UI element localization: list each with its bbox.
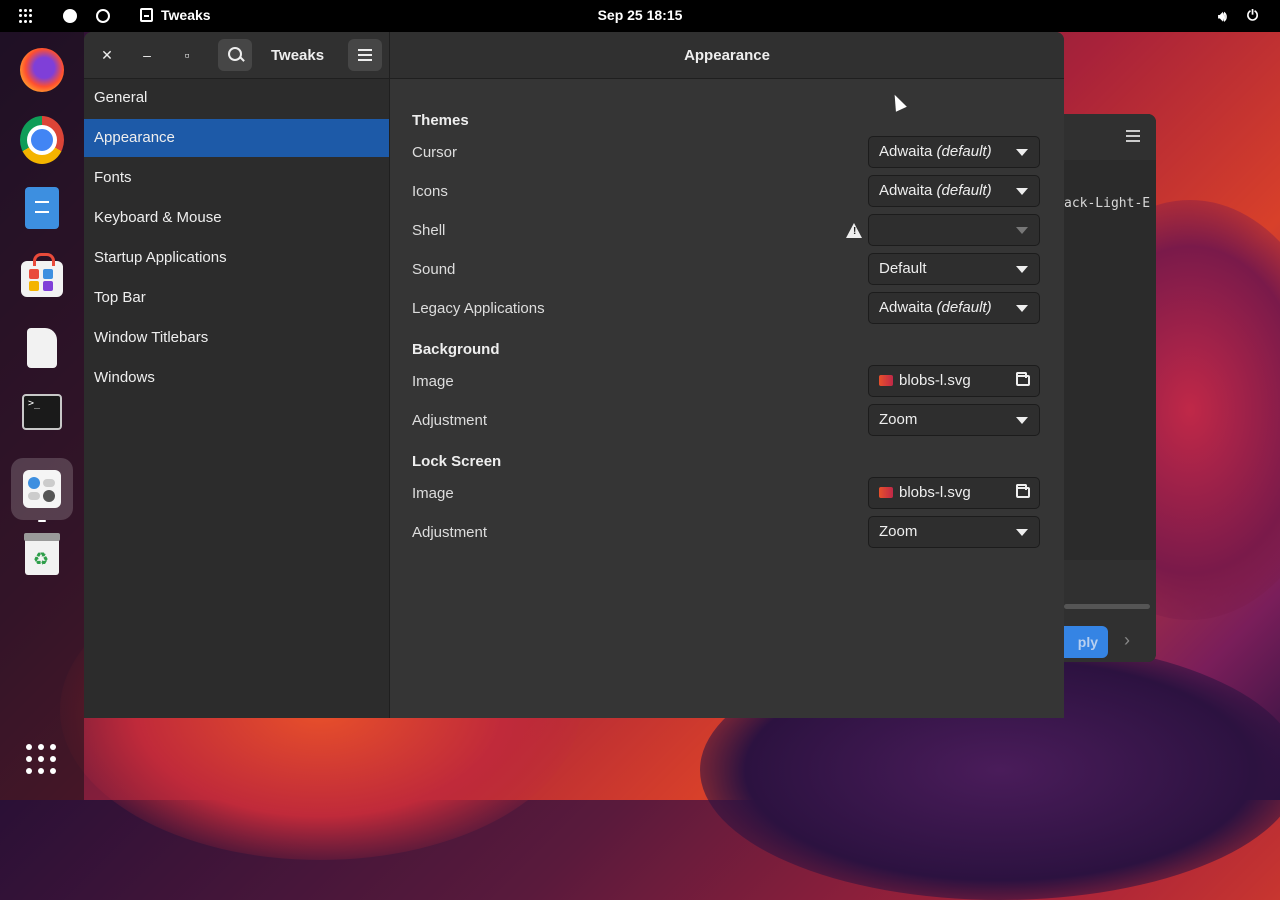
dropdown-arrow-icon bbox=[1016, 529, 1028, 536]
sidebar-item-keyboard-mouse[interactable]: Keyboard & Mouse bbox=[84, 199, 389, 237]
tweaks-app-icon bbox=[140, 8, 153, 22]
cursor-label: Cursor bbox=[412, 144, 458, 161]
section-title-themes: Themes bbox=[412, 112, 469, 129]
main-menu-button[interactable] bbox=[348, 39, 382, 71]
folder-open-icon bbox=[1016, 484, 1030, 498]
close-icon[interactable]: ✕ bbox=[95, 43, 119, 67]
dock-tweaks[interactable] bbox=[11, 458, 73, 520]
background-window-text: ack-Light-E bbox=[1064, 196, 1151, 211]
content-header: Appearance bbox=[390, 32, 1064, 79]
folder-open-icon bbox=[1016, 372, 1030, 386]
icons-theme-dropdown[interactable]: Adwaita (default) bbox=[868, 175, 1040, 207]
sidebar-item-windows[interactable]: Windows bbox=[84, 359, 389, 397]
sidebar-item-top-bar[interactable]: Top Bar bbox=[84, 279, 389, 317]
dock-files[interactable] bbox=[20, 186, 64, 230]
power-icon[interactable]: ⏻ bbox=[1247, 7, 1258, 24]
image-file-icon bbox=[879, 486, 893, 498]
background-adjustment-value: Zoom bbox=[879, 411, 918, 428]
dock-software-store[interactable] bbox=[20, 253, 64, 298]
maximize-icon[interactable]: ▫ bbox=[175, 43, 199, 67]
dropdown-arrow-icon bbox=[1016, 227, 1028, 234]
background-adjustment-label: Adjustment bbox=[412, 412, 488, 429]
text-editor-icon bbox=[27, 328, 57, 368]
lock-screen-adjustment-label: Adjustment bbox=[412, 524, 488, 541]
page-title: Appearance bbox=[684, 47, 770, 64]
lock-screen-adjustment-dropdown[interactable]: Zoom bbox=[868, 516, 1040, 548]
dock-chrome[interactable] bbox=[20, 116, 64, 164]
menu-icon[interactable] bbox=[1126, 130, 1140, 142]
background-image-label: Image bbox=[412, 373, 454, 390]
cursor-theme-value: Adwaita bbox=[879, 143, 933, 160]
volume-icon[interactable]: 🔊︎ bbox=[1218, 8, 1227, 25]
section-title-background: Background bbox=[412, 341, 500, 358]
dock: >_ ♻ bbox=[0, 32, 84, 800]
background-window-header bbox=[1064, 114, 1156, 160]
software-store-icon bbox=[21, 253, 63, 297]
background-adjustment-dropdown[interactable]: Zoom bbox=[868, 404, 1040, 436]
workspace-indicator[interactable] bbox=[96, 9, 110, 23]
minimize-icon[interactable]: – bbox=[135, 43, 159, 67]
window-title: Tweaks bbox=[271, 47, 325, 64]
apply-button[interactable]: ply bbox=[1064, 626, 1108, 658]
chrome-icon bbox=[20, 116, 64, 164]
icons-theme-value: Adwaita bbox=[879, 182, 933, 199]
dock-trash[interactable]: ♻ bbox=[20, 533, 64, 578]
lock-screen-image-label: Image bbox=[412, 485, 454, 502]
dropdown-arrow-icon bbox=[1016, 417, 1028, 424]
tweaks-window: ✕ – ▫ Tweaks Appearance General Appearan… bbox=[84, 32, 1064, 718]
default-suffix: (default) bbox=[936, 299, 992, 316]
trash-icon: ♻ bbox=[24, 533, 60, 575]
background-window[interactable]: ack-Light-E ply › bbox=[1064, 114, 1156, 662]
top-bar: Tweaks Sep 25 18:15 🔊︎ ⏻ bbox=[0, 0, 1280, 32]
dropdown-arrow-icon bbox=[1016, 266, 1028, 273]
dock-terminal[interactable]: >_ bbox=[20, 390, 64, 434]
sound-theme-value: Default bbox=[879, 260, 927, 277]
legacy-theme-value: Adwaita bbox=[879, 299, 933, 316]
section-title-lock-screen: Lock Screen bbox=[412, 453, 502, 470]
tweaks-icon bbox=[23, 470, 61, 508]
lock-screen-adjustment-value: Zoom bbox=[879, 523, 918, 540]
sound-label: Sound bbox=[412, 261, 456, 278]
warning-icon: ! bbox=[846, 223, 862, 238]
sidebar: General Appearance Fonts Keyboard & Mous… bbox=[84, 79, 390, 718]
lock-screen-image-chooser[interactable]: blobs-l.svg bbox=[868, 477, 1040, 509]
sidebar-item-fonts[interactable]: Fonts bbox=[84, 159, 389, 197]
cursor-theme-dropdown[interactable]: Adwaita (default) bbox=[868, 136, 1040, 168]
legacy-applications-dropdown[interactable]: Adwaita (default) bbox=[868, 292, 1040, 324]
progress-bar bbox=[1064, 604, 1150, 609]
icons-label: Icons bbox=[412, 183, 448, 200]
dropdown-arrow-icon bbox=[1016, 188, 1028, 195]
show-apps-icon[interactable] bbox=[26, 744, 56, 774]
terminal-icon: >_ bbox=[22, 394, 62, 430]
legacy-applications-label: Legacy Applications bbox=[412, 300, 545, 317]
default-suffix: (default) bbox=[936, 182, 992, 199]
sidebar-item-appearance[interactable]: Appearance bbox=[84, 119, 389, 157]
search-button[interactable] bbox=[218, 39, 252, 71]
lock-screen-image-value: blobs-l.svg bbox=[899, 484, 971, 501]
sidebar-header: ✕ – ▫ Tweaks bbox=[84, 32, 390, 79]
sidebar-item-general[interactable]: General bbox=[84, 79, 389, 117]
shell-theme-dropdown[interactable] bbox=[868, 214, 1040, 246]
dropdown-arrow-icon bbox=[1016, 305, 1028, 312]
default-suffix: (default) bbox=[936, 143, 992, 160]
dock-firefox[interactable] bbox=[20, 48, 64, 92]
app-menu-label: Tweaks bbox=[161, 7, 211, 23]
chevron-right-icon[interactable]: › bbox=[1124, 630, 1130, 651]
sidebar-item-window-titlebars[interactable]: Window Titlebars bbox=[84, 319, 389, 357]
background-image-value: blobs-l.svg bbox=[899, 372, 971, 389]
activities-grid-icon[interactable] bbox=[19, 9, 33, 23]
workspace-indicator-active[interactable] bbox=[63, 9, 77, 23]
app-menu[interactable]: Tweaks bbox=[140, 7, 211, 23]
background-image-chooser[interactable]: blobs-l.svg bbox=[868, 365, 1040, 397]
dropdown-arrow-icon bbox=[1016, 149, 1028, 156]
dock-text-editor[interactable] bbox=[20, 326, 64, 370]
firefox-icon bbox=[20, 48, 64, 92]
appearance-panel: Themes Cursor Adwaita (default) Icons Ad… bbox=[390, 79, 1064, 718]
image-file-icon bbox=[879, 374, 893, 386]
shell-label: Shell bbox=[412, 222, 446, 239]
files-icon bbox=[25, 187, 59, 229]
sound-theme-dropdown[interactable]: Default bbox=[868, 253, 1040, 285]
sidebar-item-startup-applications[interactable]: Startup Applications bbox=[84, 239, 389, 277]
running-indicator bbox=[38, 520, 46, 522]
